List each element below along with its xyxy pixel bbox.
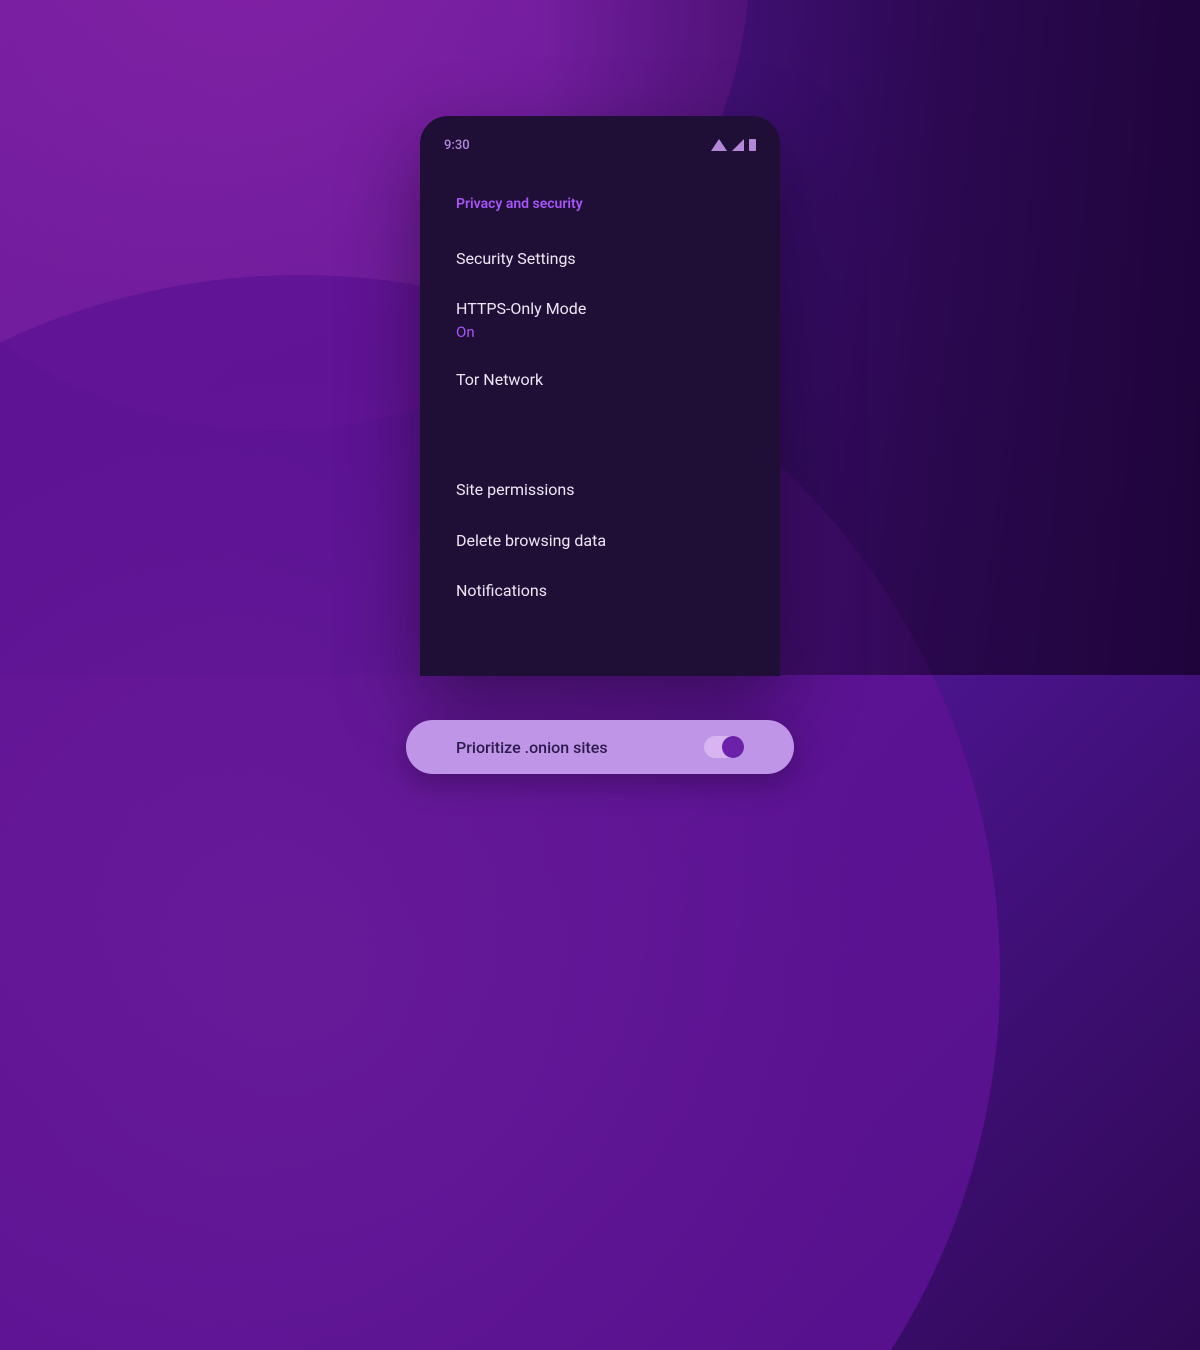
setting-label: Tor Network — [456, 369, 744, 391]
setting-label: Prioritize .onion sites — [456, 738, 608, 757]
setting-label: Notifications — [456, 580, 744, 602]
status-icons — [711, 139, 756, 151]
settings-content: Privacy and security Security Settings H… — [420, 156, 780, 616]
signal-icon — [732, 139, 744, 151]
setting-label: Security Settings — [456, 248, 744, 270]
setting-notifications[interactable]: Notifications — [420, 566, 780, 616]
setting-tor-network[interactable]: Tor Network — [420, 355, 780, 405]
setting-site-permissions[interactable]: Site permissions — [420, 465, 780, 515]
toggle-switch[interactable] — [704, 736, 744, 758]
setting-https-only-mode[interactable]: HTTPS-Only Mode On — [420, 284, 780, 354]
setting-value: On — [456, 323, 744, 341]
setting-prioritize-onion-sites[interactable]: Prioritize .onion sites — [406, 720, 794, 774]
setting-label: Site permissions — [456, 479, 744, 501]
toggle-knob — [722, 736, 744, 758]
status-time: 9:30 — [444, 138, 470, 153]
setting-label: HTTPS-Only Mode — [456, 298, 744, 320]
phone-frame: 9:30 Privacy and security Security Setti… — [420, 116, 780, 676]
setting-delete-browsing-data[interactable]: Delete browsing data — [420, 516, 780, 566]
setting-security-settings[interactable]: Security Settings — [420, 234, 780, 284]
setting-label: Delete browsing data — [456, 530, 744, 552]
wifi-icon — [711, 139, 727, 151]
battery-icon — [749, 139, 756, 151]
section-header-privacy: Privacy and security — [420, 196, 780, 234]
status-bar: 9:30 — [420, 116, 780, 156]
